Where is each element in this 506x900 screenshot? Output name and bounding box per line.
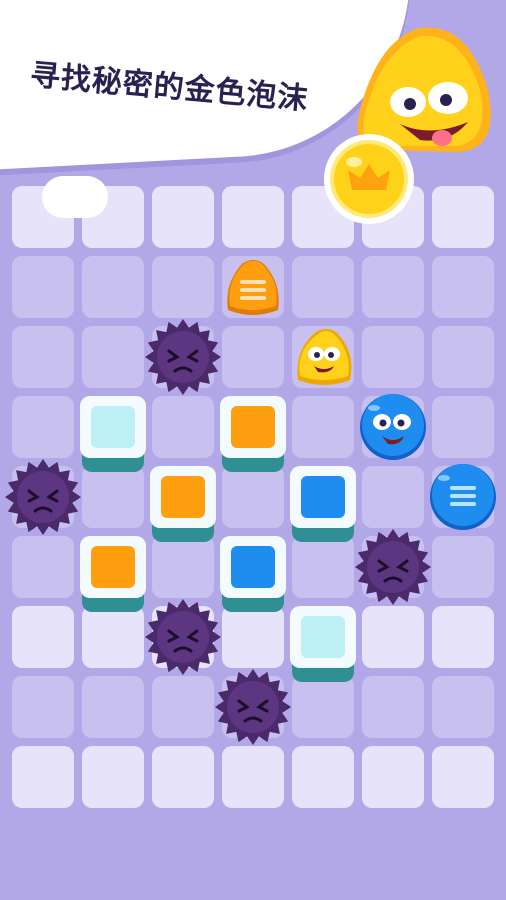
spiky-monster-icon[interactable]	[353, 527, 433, 607]
cyan-block[interactable]	[78, 392, 150, 476]
board-tile[interactable]	[12, 676, 74, 738]
board-tile[interactable]	[362, 606, 424, 668]
board-tile[interactable]	[82, 256, 144, 318]
cloud-decoration	[42, 176, 108, 218]
board-tile[interactable]	[432, 396, 494, 458]
spiky-monster-icon[interactable]	[143, 317, 223, 397]
spiky-monster-icon[interactable]	[3, 457, 83, 537]
board-tile[interactable]	[292, 746, 354, 808]
blue-striped-blob-icon[interactable]	[428, 462, 498, 532]
board-tile[interactable]	[82, 326, 144, 388]
board-tile[interactable]	[12, 396, 74, 458]
orange-striped-blob-icon[interactable]	[220, 254, 286, 320]
crown-bubble-icon	[324, 134, 414, 224]
board-tile[interactable]	[222, 746, 284, 808]
board-tile[interactable]	[432, 676, 494, 738]
board-tile[interactable]	[292, 396, 354, 458]
spiky-monster-icon[interactable]	[213, 667, 293, 747]
orange-block[interactable]	[218, 392, 290, 476]
board-tile[interactable]	[362, 466, 424, 528]
cloud-decoration	[230, 0, 276, 10]
blue-block[interactable]	[288, 462, 360, 546]
board-tile[interactable]	[362, 326, 424, 388]
board-tile[interactable]	[222, 186, 284, 248]
board-tile[interactable]	[82, 746, 144, 808]
board-tile[interactable]	[12, 256, 74, 318]
blue-blob-character-icon[interactable]	[358, 392, 428, 462]
blue-block[interactable]	[218, 532, 290, 616]
board-tile[interactable]	[222, 326, 284, 388]
board-tile[interactable]	[152, 676, 214, 738]
board-tile[interactable]	[432, 606, 494, 668]
board-tile[interactable]	[12, 606, 74, 668]
board-tile[interactable]	[432, 256, 494, 318]
board-tile[interactable]	[152, 396, 214, 458]
board-tile[interactable]	[12, 326, 74, 388]
board-tile[interactable]	[152, 746, 214, 808]
board-tile[interactable]	[12, 536, 74, 598]
board-tile[interactable]	[432, 746, 494, 808]
orange-block[interactable]	[148, 462, 220, 546]
board-tile[interactable]	[432, 326, 494, 388]
board-tile[interactable]	[152, 256, 214, 318]
board-tile[interactable]	[362, 676, 424, 738]
board-tile[interactable]	[362, 746, 424, 808]
board-tile[interactable]	[292, 256, 354, 318]
cyan-block[interactable]	[288, 602, 360, 686]
orange-block[interactable]	[78, 532, 150, 616]
board-tile[interactable]	[12, 746, 74, 808]
board-tile[interactable]	[432, 536, 494, 598]
board-tile[interactable]	[362, 256, 424, 318]
spiky-monster-icon[interactable]	[143, 597, 223, 677]
board-tile[interactable]	[432, 186, 494, 248]
board-tile[interactable]	[152, 186, 214, 248]
yellow-blob-character-icon[interactable]	[290, 324, 360, 390]
board-tile[interactable]	[82, 676, 144, 738]
